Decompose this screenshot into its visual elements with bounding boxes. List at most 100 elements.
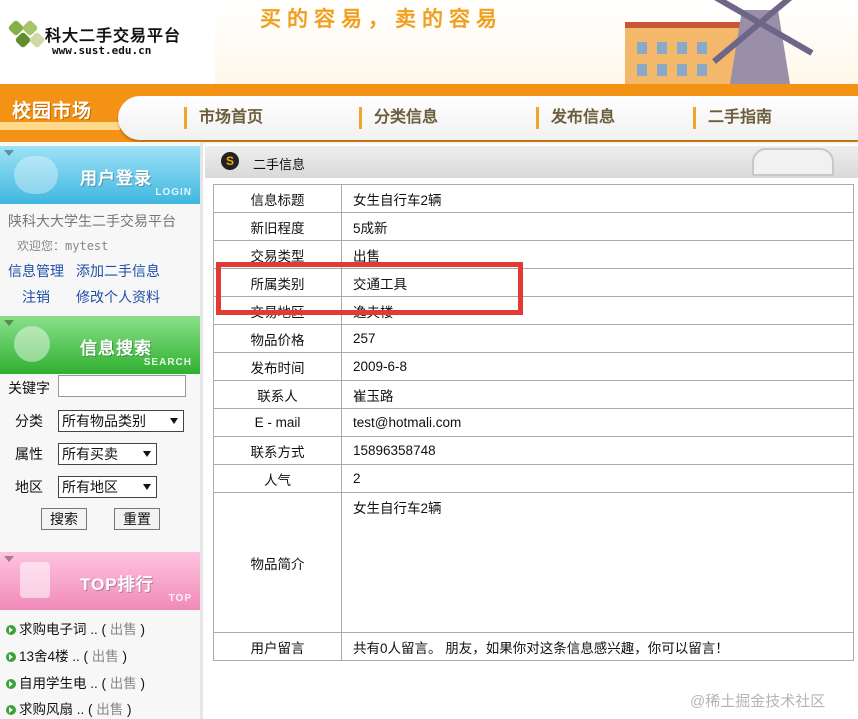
nav-item-home[interactable]: 市场首页 bbox=[184, 107, 263, 129]
table-row: 物品简介 女生自行车2辆 bbox=[213, 492, 854, 633]
category-label: 分类 bbox=[15, 413, 43, 429]
arrow-bullet-icon bbox=[6, 652, 16, 662]
row-key: 人气 bbox=[213, 464, 342, 493]
triangle-icon bbox=[4, 320, 14, 326]
list-item[interactable]: 13舍4楼 .. ( 出售 ) bbox=[6, 645, 127, 665]
table-row: 所属类别 交通工具 bbox=[213, 268, 854, 297]
hand-icon bbox=[752, 148, 834, 176]
table-row: E - mail test@hotmali.com bbox=[213, 408, 854, 437]
search-panel-header: 信息搜索 SEARCH bbox=[0, 316, 200, 374]
row-value: 崔玉路 bbox=[341, 380, 854, 409]
area-select-value: 所有地区 bbox=[62, 479, 118, 495]
sidebar: 用户登录 LOGIN 陕科大大学生二手交易平台 欢迎您：mytest 信息管理 … bbox=[0, 142, 203, 719]
welcome-text: 欢迎您：mytest bbox=[17, 237, 108, 254]
table-row: 用户留言 共有0人留言。 朋友，如果你对这条信息感兴趣，你可以留言！ bbox=[213, 632, 854, 661]
main-nav: 校园市场 市场首页 分类信息 发布信息 二手指南 bbox=[0, 84, 858, 142]
slogan: 买的容易，卖的容易 bbox=[260, 7, 503, 31]
nav-brand-area: 校园市场 bbox=[0, 84, 120, 130]
logout-link[interactable]: 注销 bbox=[22, 287, 50, 307]
site-title: 科大二手交易平台 bbox=[45, 26, 182, 45]
rank-item-name: 求购风扇 .. bbox=[19, 702, 85, 717]
row-value: 女生自行车2辆 bbox=[341, 184, 854, 213]
section-s-icon: S bbox=[221, 152, 239, 170]
row-value: 257 bbox=[341, 324, 854, 353]
rank-item-tag: 出售 bbox=[109, 622, 137, 637]
row-value: test@hotmali.com bbox=[341, 408, 854, 437]
username: mytest bbox=[65, 239, 109, 253]
row-value: 出售 bbox=[341, 240, 854, 269]
comment-key: 用户留言 bbox=[213, 632, 342, 661]
manage-link[interactable]: 信息管理 bbox=[8, 261, 64, 281]
welcome-prefix: 欢迎您： bbox=[17, 239, 66, 253]
login-sub: LOGIN bbox=[155, 187, 192, 198]
row-key: E - mail bbox=[213, 408, 342, 437]
logo-area: 科大二手交易平台 www.sust.edu.cn bbox=[0, 0, 215, 84]
reset-button[interactable]: 重置 bbox=[114, 508, 160, 530]
triangle-icon bbox=[4, 150, 14, 156]
intro-key: 物品简介 bbox=[213, 492, 342, 633]
row-value: 2 bbox=[341, 464, 854, 493]
edit-profile-link[interactable]: 修改个人资料 bbox=[76, 287, 160, 307]
table-row: 交易地区 逸夫楼 bbox=[213, 296, 854, 325]
rank-item-name: 13舍4楼 .. bbox=[19, 649, 80, 664]
login-title: 用户登录 bbox=[80, 169, 152, 188]
search-sub: SEARCH bbox=[143, 357, 192, 368]
login-panel-header: 用户登录 LOGIN bbox=[0, 146, 200, 204]
nav-item-guide[interactable]: 二手指南 bbox=[693, 107, 772, 129]
arrow-bullet-icon bbox=[6, 679, 16, 689]
add-info-link[interactable]: 添加二手信息 bbox=[76, 261, 160, 281]
row-value: 5成新 bbox=[341, 212, 854, 241]
table-row: 交易类型 出售 bbox=[213, 240, 854, 269]
list-item[interactable]: 求购风扇 .. ( 出售 ) bbox=[6, 698, 132, 718]
search-button[interactable]: 搜索 bbox=[41, 508, 87, 530]
row-key: 联系方式 bbox=[213, 436, 342, 465]
row-key: 交易类型 bbox=[213, 240, 342, 269]
table-row: 人气 2 bbox=[213, 464, 854, 493]
magnifier-icon bbox=[14, 326, 50, 362]
table-row: 物品价格 257 bbox=[213, 324, 854, 353]
users-icon bbox=[14, 156, 58, 194]
row-value: 2009-6-8 bbox=[341, 352, 854, 381]
list-icon bbox=[20, 562, 50, 598]
row-value: 逸夫楼 bbox=[341, 296, 854, 325]
row-key: 交易地区 bbox=[213, 296, 342, 325]
row-value: 交通工具 bbox=[341, 268, 854, 297]
row-key: 信息标题 bbox=[213, 184, 342, 213]
nav-brand: 校园市场 bbox=[12, 101, 93, 122]
dropdown-arrow-icon bbox=[143, 484, 151, 490]
row-key: 发布时间 bbox=[213, 352, 342, 381]
row-key: 联系人 bbox=[213, 380, 342, 409]
triangle-icon bbox=[4, 556, 14, 562]
list-item[interactable]: 自用学生电 .. ( 出售 ) bbox=[6, 672, 145, 692]
arrow-bullet-icon bbox=[6, 625, 16, 635]
rank-item-tag: 出售 bbox=[96, 702, 124, 717]
nav-item-publish[interactable]: 发布信息 bbox=[536, 107, 615, 129]
nav-bar: 市场首页 分类信息 发布信息 二手指南 bbox=[118, 96, 858, 140]
table-row: 信息标题 女生自行车2辆 bbox=[213, 184, 854, 213]
nav-item-category[interactable]: 分类信息 bbox=[359, 107, 438, 129]
list-item[interactable]: 求购电子词 .. ( 出售 ) bbox=[6, 618, 145, 638]
info-table: 信息标题 女生自行车2辆 新旧程度 5成新 交易类型 出售 所属类别 交通工具 交易地区… bbox=[213, 184, 854, 661]
table-row: 联系人 崔玉路 bbox=[213, 380, 854, 409]
top-panel-header: TOP排行 TOP bbox=[0, 552, 200, 610]
top-title: TOP排行 bbox=[80, 575, 154, 594]
category-select[interactable]: 所有物品类别 bbox=[58, 410, 184, 432]
row-key: 物品价格 bbox=[213, 324, 342, 353]
attr-label: 属性 bbox=[15, 446, 43, 462]
area-select[interactable]: 所有地区 bbox=[58, 476, 157, 498]
table-row: 发布时间 2009-6-8 bbox=[213, 352, 854, 381]
rank-item-tag: 出售 bbox=[109, 676, 137, 691]
site-url: www.sust.edu.cn bbox=[52, 44, 152, 57]
table-row: 联系方式 15896358748 bbox=[213, 436, 854, 465]
dropdown-arrow-icon bbox=[170, 418, 178, 424]
rank-item-name: 自用学生电 .. bbox=[19, 676, 98, 691]
attr-select[interactable]: 所有买卖 bbox=[58, 443, 157, 465]
row-value: 15896358748 bbox=[341, 436, 854, 465]
rank-item-tag: 出售 bbox=[91, 649, 119, 664]
table-row: 新旧程度 5成新 bbox=[213, 212, 854, 241]
intro-value: 女生自行车2辆 bbox=[341, 492, 854, 633]
comment-value: 共有0人留言。 朋友，如果你对这条信息感兴趣，你可以留言！ bbox=[341, 632, 854, 661]
area-label: 地区 bbox=[15, 479, 43, 495]
keyword-input[interactable] bbox=[58, 375, 186, 397]
keyword-label: 关键字 bbox=[8, 380, 50, 396]
